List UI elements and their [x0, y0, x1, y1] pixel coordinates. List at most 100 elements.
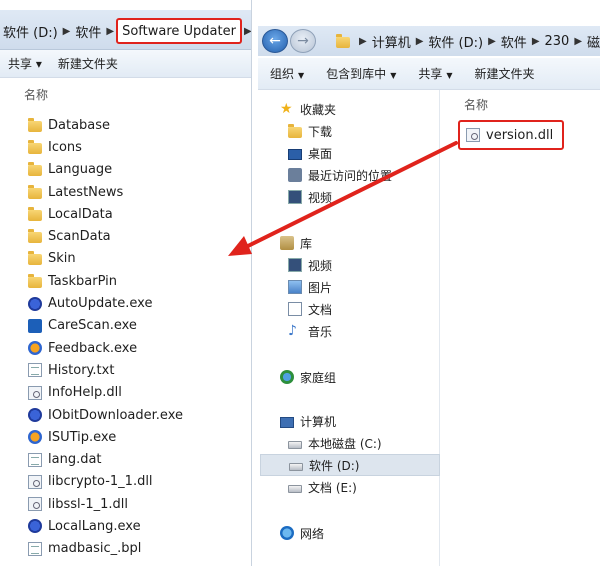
- hard-drive-icon: [288, 441, 302, 449]
- file-name: InfoHelp.dll: [48, 385, 122, 401]
- share-button[interactable]: 共享 ▼: [406, 65, 462, 82]
- new-folder-button[interactable]: 新建文件夹: [50, 55, 126, 72]
- nav-library-music[interactable]: ♪ 音乐: [288, 320, 332, 342]
- nav-library-pictures[interactable]: 图片: [288, 276, 332, 298]
- breadcrumb-computer[interactable]: 计算机: [372, 32, 411, 51]
- documents-icon: [288, 302, 302, 316]
- nav-drive-d[interactable]: 软件 (D:): [260, 454, 440, 476]
- folder-icon: [28, 273, 42, 288]
- name-column-header[interactable]: 名称: [24, 86, 48, 103]
- file-name: libssl-1_1.dll: [48, 496, 128, 512]
- back-button[interactable]: ←: [262, 29, 288, 53]
- file-name: IObitDownloader.exe: [48, 407, 183, 423]
- nav-libraries[interactable]: 库: [280, 232, 312, 254]
- file-name: History.txt: [48, 362, 115, 378]
- nav-favorites-videos[interactable]: 视频: [288, 186, 332, 208]
- exe-icon: [28, 341, 42, 356]
- file-item-version-dll[interactable]: version.dll: [458, 120, 564, 150]
- list-item[interactable]: LatestNews: [28, 181, 251, 203]
- breadcrumb-software[interactable]: 软件: [501, 32, 527, 51]
- nav-recent-places[interactable]: 最近访问的位置: [288, 164, 392, 186]
- nav-drive-e[interactable]: 文档 (E:): [288, 476, 357, 498]
- nav-library-documents[interactable]: 文档: [288, 298, 332, 320]
- exe-icon: [28, 296, 42, 311]
- list-item[interactable]: Language: [28, 159, 251, 181]
- list-item[interactable]: libssl-1_1.dll: [28, 493, 251, 515]
- list-item[interactable]: madbasic_.bpl: [28, 538, 251, 560]
- list-item[interactable]: History.txt: [28, 359, 251, 381]
- organize-button[interactable]: 组织 ▼: [258, 65, 314, 82]
- chevron-down-icon: ▼: [390, 71, 397, 80]
- exe-icon: [28, 318, 42, 333]
- breadcrumb-separator-icon[interactable]: ▶: [61, 26, 73, 37]
- desktop-icon: [288, 148, 302, 160]
- breadcrumb-separator-icon[interactable]: ▶: [527, 36, 545, 47]
- text-file-icon: [28, 363, 42, 378]
- folder-icon: [28, 184, 42, 199]
- breadcrumb-software-updater[interactable]: Software Updater: [116, 18, 242, 44]
- list-item[interactable]: IObitDownloader.exe: [28, 404, 251, 426]
- nav-label: 软件 (D:): [309, 458, 360, 473]
- nav-label: 收藏夹: [300, 102, 337, 117]
- breadcrumb[interactable]: ▶ 计算机 ▶ 软件 (D:) ▶ 软件 ▶ 230 ▶ 磁: [336, 30, 600, 52]
- nav-library-videos[interactable]: 视频: [288, 254, 332, 276]
- star-icon: ★: [280, 101, 293, 117]
- nav-label: 本地磁盘 (C:): [308, 436, 382, 451]
- breadcrumb-separator-icon[interactable]: ▶: [354, 36, 372, 47]
- list-item[interactable]: Database: [28, 114, 251, 136]
- nav-downloads[interactable]: 下载: [288, 120, 332, 142]
- list-item[interactable]: AutoUpdate.exe: [28, 292, 251, 314]
- exe-icon: [28, 408, 42, 422]
- library-icon: [280, 236, 294, 250]
- video-icon: [288, 190, 302, 204]
- nav-computer[interactable]: 计算机: [280, 410, 336, 432]
- nav-favorites[interactable]: ★ 收藏夹: [280, 98, 336, 120]
- nav-label: 下载: [308, 124, 333, 139]
- file-name: version.dll: [486, 127, 554, 143]
- folder-icon: [28, 117, 42, 132]
- list-item[interactable]: lang.dat: [28, 448, 251, 470]
- left-address-bar[interactable]: 软件 (D:) ▶ 软件 ▶ Software Updater ▶: [0, 10, 251, 50]
- breadcrumb-truncated[interactable]: 磁: [587, 32, 600, 51]
- nav-network[interactable]: 网络: [280, 522, 324, 544]
- nav-homegroup[interactable]: 家庭组: [280, 366, 336, 388]
- list-item[interactable]: Feedback.exe: [28, 337, 251, 359]
- name-column-header[interactable]: 名称: [464, 96, 488, 113]
- list-item[interactable]: Skin: [28, 248, 251, 270]
- list-item[interactable]: ISUTip.exe: [28, 426, 251, 448]
- forward-button[interactable]: →: [290, 29, 316, 53]
- hard-drive-icon: [289, 463, 303, 471]
- nav-label: 计算机: [300, 414, 337, 429]
- list-item[interactable]: TaskbarPin: [28, 270, 251, 292]
- file-name: AutoUpdate.exe: [48, 296, 153, 312]
- list-item[interactable]: CareScan.exe: [28, 315, 251, 337]
- new-folder-button[interactable]: 新建文件夹: [463, 65, 545, 82]
- list-item[interactable]: ScanData: [28, 225, 251, 247]
- breadcrumb-separator-icon[interactable]: ▶: [569, 36, 587, 47]
- share-button[interactable]: 共享 ▾: [0, 55, 50, 72]
- navigation-pane: ★ 收藏夹 下载 桌面 最近访问的位置 视频 库 视频 图片 文档 ♪ 音乐 家庭组…: [258, 90, 440, 566]
- list-item[interactable]: InfoHelp.dll: [28, 382, 251, 404]
- include-in-library-button[interactable]: 包含到库中 ▼: [314, 65, 406, 82]
- left-explorer-window: 软件 (D:) ▶ 软件 ▶ Software Updater ▶ 共享 ▾ 新…: [0, 0, 252, 566]
- breadcrumb-software[interactable]: 软件: [72, 22, 104, 41]
- nav-label: 最近访问的位置: [308, 168, 393, 183]
- list-item[interactable]: Icons: [28, 136, 251, 158]
- list-item[interactable]: libcrypto-1_1.dll: [28, 471, 251, 493]
- nav-label: 家庭组: [300, 370, 337, 385]
- file-name: TaskbarPin: [48, 273, 118, 289]
- breadcrumb-drive-d[interactable]: 软件 (D:): [428, 32, 483, 51]
- breadcrumb-separator-icon[interactable]: ▶: [483, 36, 501, 47]
- breadcrumb-separator-icon[interactable]: ▶: [242, 26, 251, 37]
- list-item[interactable]: LocalLang.exe: [28, 515, 251, 537]
- breadcrumb-separator-icon[interactable]: ▶: [104, 26, 116, 37]
- list-item[interactable]: LocalData: [28, 203, 251, 225]
- nav-drive-c[interactable]: 本地磁盘 (C:): [288, 432, 382, 454]
- nav-desktop[interactable]: 桌面: [288, 142, 332, 164]
- nav-label: 音乐: [308, 324, 333, 339]
- breadcrumb-separator-icon[interactable]: ▶: [411, 36, 429, 47]
- breadcrumb-230[interactable]: 230: [545, 34, 570, 49]
- breadcrumb-drive-d[interactable]: 软件 (D:): [0, 22, 61, 41]
- file-name: Icons: [48, 139, 82, 155]
- recent-places-icon: [288, 168, 302, 182]
